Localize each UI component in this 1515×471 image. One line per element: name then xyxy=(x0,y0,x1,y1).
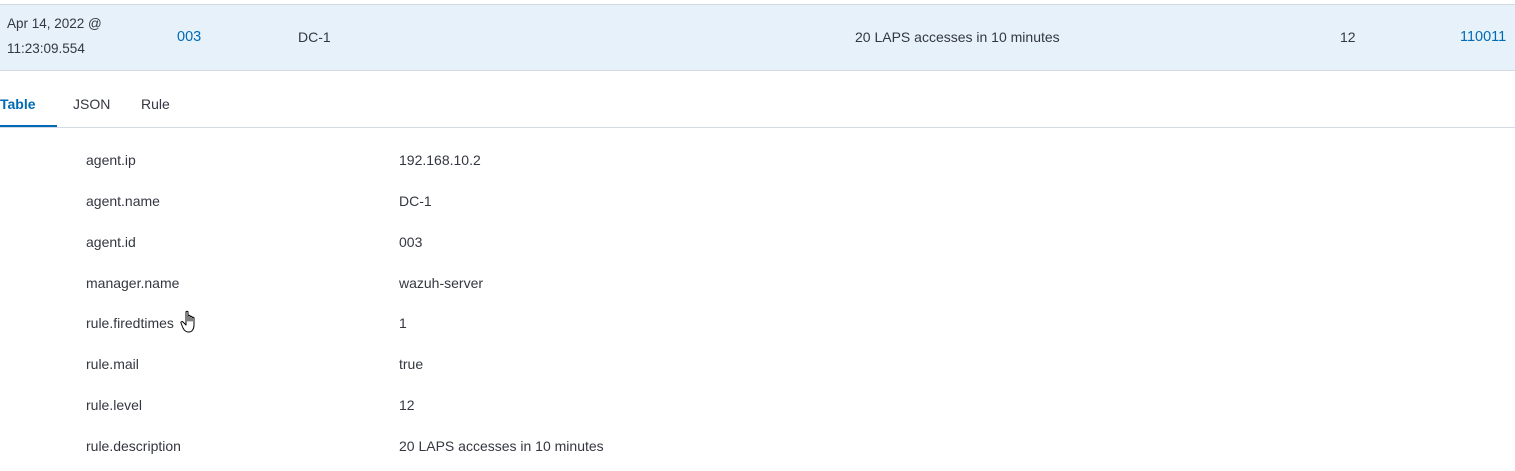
field-value: true xyxy=(399,356,424,373)
event-timestamp: Apr 14, 2022 @ 11:23:09.554 xyxy=(7,16,102,56)
fields-table: agent.ip 192.168.10.2 agent.name DC-1 ag… xyxy=(0,142,1515,469)
table-row: rule.description 20 LAPS accesses in 10 … xyxy=(0,428,1515,469)
field-value: 192.168.10.2 xyxy=(399,152,481,168)
detail-tabs: Table JSON Rule xyxy=(0,82,1515,128)
rule-level-cell: 12 xyxy=(1340,29,1356,45)
field-value: wazuh-server xyxy=(399,274,484,291)
agent-name-cell: DC-1 xyxy=(298,29,331,45)
field-value: 1 xyxy=(399,315,407,332)
table-row: rule.mail true xyxy=(0,346,1515,387)
field-key: agent.id xyxy=(86,233,136,250)
table-row: agent.name DC-1 xyxy=(0,183,1515,224)
table-row: rule.firedtimes 1 xyxy=(0,305,1515,346)
table-row: agent.id 003 xyxy=(0,224,1515,265)
field-value: DC-1 xyxy=(399,192,432,209)
tab-rule[interactable]: Rule xyxy=(141,82,170,127)
field-value: 12 xyxy=(399,397,415,414)
field-value: 003 xyxy=(399,233,423,250)
rule-description-cell: 20 LAPS accesses in 10 minutes xyxy=(855,29,1060,45)
field-key: agent.ip xyxy=(86,152,136,168)
field-key: rule.firedtimes xyxy=(86,315,174,332)
field-key: rule.description xyxy=(86,437,181,454)
agent-id-link[interactable]: 003 xyxy=(177,25,201,50)
rule-id-link[interactable]: 110011 xyxy=(1460,25,1506,50)
field-key: manager.name xyxy=(86,274,180,291)
field-key: rule.level xyxy=(86,397,143,414)
field-key: agent.name xyxy=(86,192,160,209)
table-row: agent.ip 192.168.10.2 xyxy=(0,142,1515,183)
tab-json[interactable]: JSON xyxy=(73,82,110,127)
table-row: manager.name wazuh-server xyxy=(0,265,1515,306)
tab-table[interactable]: Table xyxy=(0,82,57,127)
event-row[interactable]: Apr 14, 2022 @ 11:23:09.554 003 DC-1 20 … xyxy=(0,4,1515,71)
field-value: 20 LAPS accesses in 10 minutes xyxy=(399,437,604,454)
field-key: rule.mail xyxy=(86,356,139,373)
table-row: rule.level 12 xyxy=(0,387,1515,428)
